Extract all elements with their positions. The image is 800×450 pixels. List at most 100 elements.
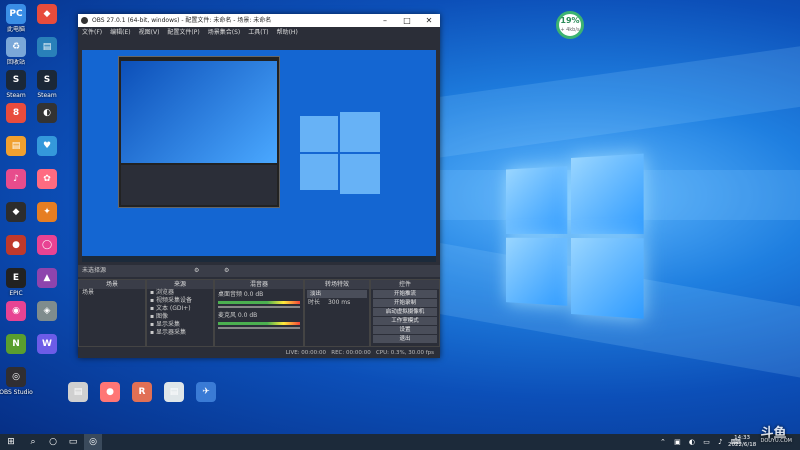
transitions-header: 转场特效 <box>305 280 369 289</box>
duration-value[interactable]: 300 ms <box>328 299 350 306</box>
obs-app-icon <box>81 17 88 24</box>
app-icon: ● <box>6 235 26 255</box>
obs-window[interactable]: OBS 27.0.1 (64-bit, windows) - 配置文件: 未命名… <box>78 14 440 358</box>
rec-status: REC: 00:00:00 <box>331 350 371 356</box>
app-icon: ✦ <box>37 202 57 222</box>
menu-item-3[interactable]: 配置文件(P) <box>167 29 199 36</box>
desktop-icon-c2-10[interactable]: W <box>25 334 69 356</box>
desktop-icon-label: EPIC <box>9 290 23 297</box>
scenes-dock: 场景 场景 <box>78 279 146 347</box>
app-icon: S <box>6 70 26 90</box>
app-icon: 8 <box>6 103 26 123</box>
taskbar: ⊞ ⌕ ○ ▭ ◎ ⌃ ▣ ◐ ▭ ♪ ⌨ 14:33 2022/6/18 <box>0 434 800 450</box>
control-button-5[interactable]: 退出 <box>373 335 437 343</box>
clock-date: 2022/6/18 <box>728 442 757 448</box>
clock-time: 14:33 <box>734 435 751 441</box>
app-icon: ♥ <box>37 136 57 156</box>
obs-title-bar[interactable]: OBS 27.0.1 (64-bit, windows) - 配置文件: 未命名… <box>78 14 440 27</box>
control-button-1[interactable]: 开始录制 <box>373 299 437 307</box>
app-icon: ▤ <box>37 37 57 57</box>
desktop-icon-label: OBS Studio <box>0 389 33 396</box>
app-icon: ◐ <box>37 103 57 123</box>
app-icon: ✈ <box>196 382 216 402</box>
app-icon: R <box>132 382 152 402</box>
control-button-0[interactable]: 开始推流 <box>373 290 437 298</box>
desktop-icon-c2-8[interactable]: ▲ <box>25 268 69 290</box>
desktop-icon-c2-9[interactable]: ◈ <box>25 301 69 323</box>
app-icon: ● <box>100 382 120 402</box>
app-icon: ▤ <box>68 382 88 402</box>
desktop-icon-c1-11[interactable]: ◎ OBS Studio <box>0 367 38 396</box>
search-icon[interactable]: ⌕ <box>24 434 42 450</box>
duration-label: 时长 <box>308 299 321 306</box>
control-button-4[interactable]: 设置 <box>373 326 437 334</box>
transition-duration[interactable]: 时长 300 ms <box>305 299 369 307</box>
control-button-3[interactable]: 工作室模式 <box>373 317 437 325</box>
properties-button[interactable]: ⚙ <box>194 265 199 277</box>
controls-header: 控件 <box>371 280 439 289</box>
obs-window-title: OBS 27.0.1 (64-bit, windows) - 配置文件: 未命名… <box>92 17 272 24</box>
preview-windows-logo <box>300 112 380 194</box>
start-button[interactable]: ⊞ <box>2 434 20 450</box>
app-icon: ▲ <box>37 268 57 288</box>
source-item[interactable]: ▪ 显示采集 <box>147 321 213 329</box>
mixer-channel-name: 麦克风 0.0 dB <box>218 312 258 319</box>
desktop-icon-bottom-4[interactable]: ✈ <box>184 382 228 404</box>
app-icon: ◉ <box>6 301 26 321</box>
desktop-icon-c2-5[interactable]: ✿ <box>25 169 69 191</box>
file-explorer-icon[interactable]: ▭ <box>64 434 82 450</box>
desktop-icon-c2-3[interactable]: ◐ <box>25 103 69 125</box>
desktop-icon-c2-6[interactable]: ✦ <box>25 202 69 224</box>
scene-item[interactable]: 场景 <box>79 289 145 297</box>
preview-taskbar <box>82 256 436 262</box>
watermark-sub: DOUYU.COM <box>760 438 793 444</box>
app-icon: N <box>6 334 26 354</box>
preview-nested-capture <box>118 56 280 208</box>
mixer-dock: 混音器 桌面音频 0.0 dB 麦克风 0.0 dB <box>214 279 304 347</box>
task-view-icon[interactable]: ○ <box>44 434 62 450</box>
desktop-icon-c2-1[interactable]: ▤ <box>25 37 69 59</box>
desktop-icon-c2-4[interactable]: ♥ <box>25 136 69 158</box>
light-beam <box>415 44 800 160</box>
close-icon[interactable]: ✕ <box>418 14 440 27</box>
controls-dock: 控件 开始推流 开始录制 启动虚拟摄像机 工作室模式 设置 退出 <box>370 279 440 347</box>
filters-button[interactable]: ⚙ <box>224 265 229 277</box>
menu-item-5[interactable]: 工具(T) <box>248 29 268 36</box>
obs-preview-canvas[interactable] <box>82 50 436 262</box>
volume-slider[interactable] <box>218 306 300 308</box>
menu-item-4[interactable]: 场景集合(S) <box>208 29 241 36</box>
mixer-channel: 麦克风 0.0 dB <box>215 310 303 331</box>
windows-logo <box>505 153 644 319</box>
desktop-icon-c2-0[interactable]: ◆ <box>25 4 69 26</box>
source-item[interactable]: ▪ 图像 <box>147 313 213 321</box>
control-button-2[interactable]: 启动虚拟摄像机 <box>373 308 437 316</box>
minimize-icon[interactable]: – <box>374 14 396 27</box>
volume-slider[interactable] <box>218 327 300 329</box>
menu-item-0[interactable]: 文件(F) <box>82 29 102 36</box>
mixer-header: 混音器 <box>215 280 303 289</box>
app-icon: ◯ <box>37 235 57 255</box>
scenes-header: 场景 <box>79 280 145 289</box>
mixer-channel: 桌面音频 0.0 dB <box>215 289 303 310</box>
desktop-icon-c2-7[interactable]: ◯ <box>25 235 69 257</box>
network-speed-widget[interactable]: 19% + 4kb/s <box>556 11 584 39</box>
app-icon: ◈ <box>37 301 57 321</box>
transition-select[interactable]: 淡出 <box>307 290 367 298</box>
app-icon: W <box>37 334 57 354</box>
clock[interactable]: 14:33 2022/6/18 <box>728 435 756 449</box>
obs-taskbar-icon[interactable]: ◎ <box>84 434 102 450</box>
menu-item-6[interactable]: 帮助(H) <box>277 29 298 36</box>
sources-dock: 来源 ▪ 浏览器 ▪ 视频采集设备 ▪ 文本 (GDI+) ▪ 图像 ▪ 显示采集 ▪ 显示… <box>146 279 214 347</box>
maximize-icon[interactable]: □ <box>396 14 418 27</box>
menu-item-1[interactable]: 编辑(E) <box>110 29 130 36</box>
source-item[interactable]: ▪ 显示器采集 <box>147 329 213 337</box>
volume-meter <box>218 322 300 325</box>
source-item[interactable]: ▪ 文本 (GDI+) <box>147 305 213 313</box>
menu-item-2[interactable]: 视图(V) <box>139 29 160 36</box>
source-item[interactable]: ▪ 视频采集设备 <box>147 297 213 305</box>
volume-meter <box>218 301 300 304</box>
desktop-icon-c2-2[interactable]: S Steam <box>25 70 69 99</box>
douyu-watermark: 斗鱼 DOUYU.COM <box>761 422 793 444</box>
source-item[interactable]: ▪ 浏览器 <box>147 289 213 297</box>
obs-menu-bar: 文件(F) 编辑(E) 视图(V) 配置文件(P) 场景集合(S) 工具(T) 帮助(H) <box>78 27 440 38</box>
